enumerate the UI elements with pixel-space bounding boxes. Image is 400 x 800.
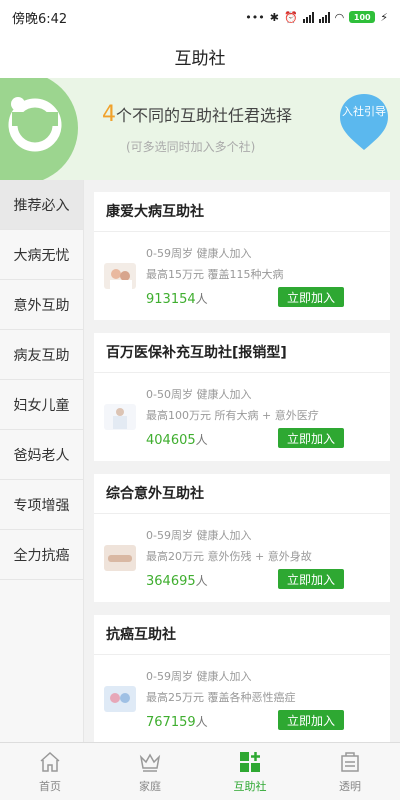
- club-count: 4: [102, 102, 116, 127]
- club-age-range: 0-59周岁 健康人加入: [146, 247, 252, 260]
- club-title: 抗癌互助社: [94, 615, 390, 655]
- member-count-value: 767159: [146, 715, 196, 730]
- signal-icon: [302, 11, 314, 23]
- bluetooth-icon: ✱: [269, 10, 279, 24]
- home-icon: [40, 751, 60, 772]
- tab-home[interactable]: 首页: [0, 743, 100, 800]
- club-age-range: 0-59周岁 健康人加入: [146, 670, 252, 683]
- tab-transparency[interactable]: 透明: [300, 743, 400, 800]
- status-bar: 傍晚6:42 ••• ✱ ⏰ ◠ 100 ⚡: [0, 0, 400, 34]
- bottom-tab-bar: 首页 家庭 互助社 透明: [0, 742, 400, 800]
- sidebar-item-recommended[interactable]: 推荐必入: [0, 180, 83, 230]
- more-dots-icon: •••: [245, 10, 265, 24]
- banner-subtitle: (可多选同时加入多个社): [126, 140, 256, 154]
- register-icon: [341, 751, 359, 772]
- guide-label[interactable]: 入社引导: [340, 104, 388, 120]
- club-thumbnail-icon: [104, 404, 136, 430]
- club-card[interactable]: 百万医保补充互助社[报销型] 0-50周岁 健康人加入 最高100万元 所有大病…: [94, 333, 390, 461]
- tab-label: 家庭: [139, 779, 161, 793]
- member-count: 364695人: [146, 572, 208, 589]
- category-sidebar: 推荐必入 大病无忧 意外互助 病友互助 妇女儿童 爸妈老人 专项增强 全力抗癌: [0, 180, 84, 742]
- clock: 傍晚6:42: [12, 11, 68, 27]
- signal-icon-2: [318, 11, 330, 23]
- join-button[interactable]: 立即加入: [278, 428, 344, 448]
- alarm-icon: ⏰: [283, 10, 298, 24]
- logo-icon: [8, 97, 62, 152]
- member-count: 913154人: [146, 290, 208, 307]
- member-count-value: 404605: [146, 433, 196, 448]
- club-age-range: 0-50周岁 健康人加入: [146, 388, 252, 401]
- club-coverage: 最高15万元 覆盖115种大病: [146, 268, 284, 281]
- tab-family[interactable]: 家庭: [100, 743, 200, 800]
- crown-icon: [139, 752, 161, 772]
- club-coverage: 最高25万元 覆盖各种恶性癌症: [146, 691, 296, 704]
- club-list[interactable]: 康爱大病互助社 0-59周岁 健康人加入 最高15万元 覆盖115种大病 913…: [84, 180, 400, 742]
- club-title: 综合意外互助社: [94, 474, 390, 514]
- club-card[interactable]: 综合意外互助社 0-59周岁 健康人加入 最高20万元 意外伤残 + 意外身故 …: [94, 474, 390, 602]
- club-thumbnail-icon: [104, 545, 136, 571]
- club-thumbnail-icon: [104, 686, 136, 712]
- join-button[interactable]: 立即加入: [278, 287, 344, 307]
- member-count-unit: 人: [195, 433, 208, 447]
- battery-icon: 100: [349, 11, 376, 23]
- sidebar-item-patients[interactable]: 病友互助: [0, 330, 83, 380]
- club-coverage: 最高20万元 意外伤残 + 意外身故: [146, 550, 312, 563]
- sidebar-item-critical-illness[interactable]: 大病无忧: [0, 230, 83, 280]
- club-thumbnail-icon: [104, 263, 136, 289]
- club-title: 康爱大病互助社: [94, 192, 390, 232]
- member-count-unit: 人: [195, 574, 208, 588]
- member-count: 404605人: [146, 431, 208, 448]
- banner-headline: 4个不同的互助社任君选择: [102, 102, 292, 127]
- charging-icon: ⚡: [380, 10, 388, 24]
- tab-mutual-aid[interactable]: 互助社: [200, 743, 300, 800]
- club-title: 百万医保补充互助社[报销型]: [94, 333, 390, 373]
- member-count: 767159人: [146, 713, 208, 730]
- member-count-unit: 人: [195, 292, 208, 306]
- club-card[interactable]: 康爱大病互助社 0-59周岁 健康人加入 最高15万元 覆盖115种大病 913…: [94, 192, 390, 320]
- tab-label: 透明: [339, 779, 361, 793]
- club-age-range: 0-59周岁 健康人加入: [146, 529, 252, 542]
- club-card[interactable]: 抗癌互助社 0-59周岁 健康人加入 最高25万元 覆盖各种恶性癌症 76715…: [94, 615, 390, 742]
- member-count-value: 364695: [146, 574, 196, 589]
- sidebar-item-accident[interactable]: 意外互助: [0, 280, 83, 330]
- wifi-icon: ◠: [334, 10, 345, 24]
- member-count-value: 913154: [146, 292, 196, 307]
- status-icons: ••• ✱ ⏰ ◠ 100 ⚡: [245, 11, 388, 24]
- promo-banner[interactable]: 4个不同的互助社任君选择 (可多选同时加入多个社) 入社引导: [0, 78, 400, 180]
- grid-plus-icon: [240, 751, 260, 772]
- tab-label: 首页: [39, 779, 61, 793]
- club-coverage: 最高100万元 所有大病 + 意外医疗: [146, 409, 319, 422]
- guide-balloon-icon[interactable]: [338, 92, 390, 154]
- sidebar-item-parents-elderly[interactable]: 爸妈老人: [0, 430, 83, 480]
- join-button[interactable]: 立即加入: [278, 710, 344, 730]
- member-count-unit: 人: [195, 715, 208, 729]
- join-button[interactable]: 立即加入: [278, 569, 344, 589]
- sidebar-item-anti-cancer[interactable]: 全力抗癌: [0, 530, 83, 580]
- sidebar-item-women-children[interactable]: 妇女儿童: [0, 380, 83, 430]
- sidebar-item-special[interactable]: 专项增强: [0, 480, 83, 530]
- page-title: 互助社: [0, 34, 400, 78]
- tab-label: 互助社: [233, 779, 267, 793]
- banner-headline-text: 个不同的互助社任君选择: [116, 106, 293, 125]
